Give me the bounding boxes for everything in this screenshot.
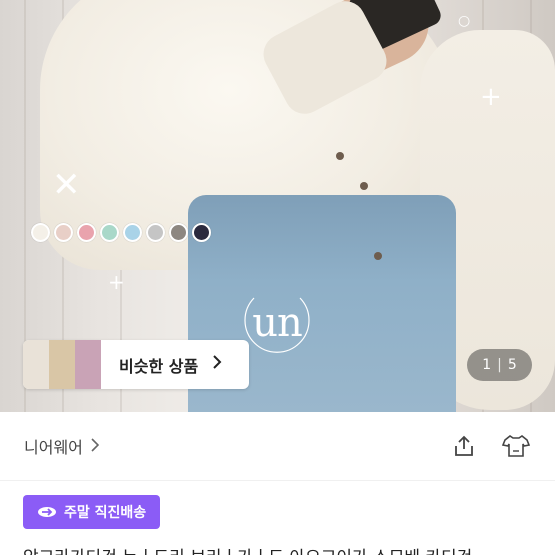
badge-label: 주말 직진배송 (64, 505, 147, 521)
product-image-carousel[interactable]: ✕ + + ○ un 비슷한 상품 1 | 5 (0, 0, 555, 412)
similar-thumbnails (23, 340, 101, 389)
delivery-arrow-icon (38, 507, 56, 517)
weekend-delivery-badge: 주말 직진배송 (23, 495, 161, 529)
color-swatch (123, 223, 142, 242)
color-swatches (31, 223, 211, 242)
section-divider (0, 480, 555, 481)
similar-thumbnail (23, 340, 49, 389)
try-on-shirt-icon[interactable] (501, 431, 531, 461)
logo-ring-icon (244, 297, 310, 353)
cardigan-button (374, 252, 382, 260)
share-icon[interactable] (449, 431, 479, 461)
seller-row: 니어웨어 (0, 412, 555, 480)
color-swatch (31, 223, 50, 242)
similar-products-button[interactable]: 비슷한 상품 (23, 340, 249, 389)
seller-name-link[interactable]: 니어웨어 (24, 434, 83, 458)
product-title: 앙고라가디건 뉴ㅣ드리 브리ㅣ가ㅣ드 아오고이가 스모베 카디건 (23, 543, 533, 555)
page-current: 1 (482, 357, 492, 373)
color-swatch (192, 223, 211, 242)
similar-thumbnail (75, 340, 101, 389)
chevron-right-icon[interactable] (91, 437, 100, 456)
similar-products-label: 비슷한 상품 (119, 356, 199, 376)
cardigan-button (360, 182, 368, 190)
sparkle-ring-icon: ○ (458, 13, 471, 29)
similar-thumbnail (49, 340, 75, 389)
color-swatch (169, 223, 188, 242)
color-swatch (54, 223, 73, 242)
product-actions (449, 431, 531, 461)
color-swatch (146, 223, 165, 242)
page-total: 5 (507, 357, 517, 373)
color-swatch (77, 223, 96, 242)
image-page-counter: 1 | 5 (467, 349, 532, 381)
sparkle-plus-icon: + (108, 270, 125, 294)
brand-watermark-logo: un (240, 288, 314, 358)
sparkle-plus-icon: + (480, 82, 502, 112)
page-separator: | (497, 357, 502, 373)
product-title-text: 앙고라가디건 뉴ㅣ드리 브리ㅣ가ㅣ드 아오고이가 스모베 카디건 (23, 543, 472, 555)
chevron-right-icon (212, 354, 222, 375)
cardigan-button (336, 152, 344, 160)
sparkle-x-icon: ✕ (52, 165, 81, 205)
color-swatch (100, 223, 119, 242)
